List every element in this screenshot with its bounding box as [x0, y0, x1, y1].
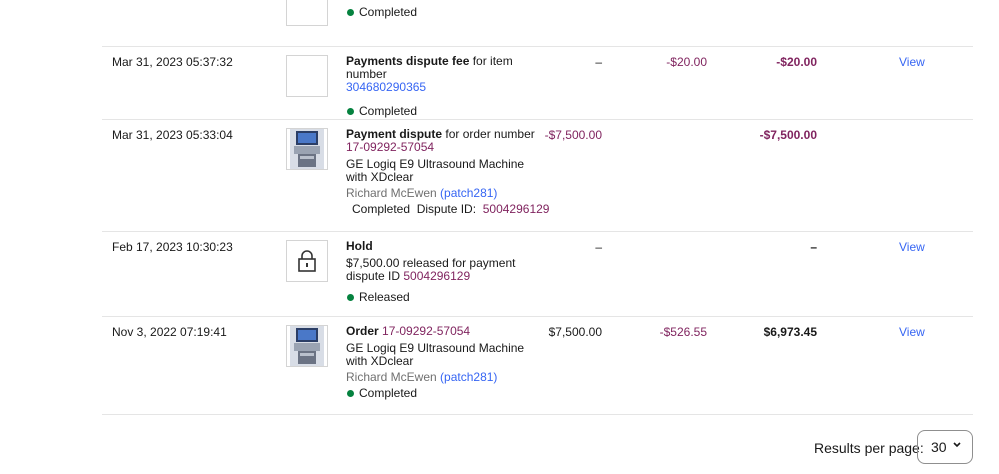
order-number-link[interactable]: 17-09292-57054: [346, 140, 434, 154]
row-date: Feb 17, 2023 10:30:23: [112, 240, 233, 254]
table-row: Feb 17, 2023 10:30:23 Hold $7,500.00 rel…: [102, 232, 973, 317]
item-thumbnail[interactable]: [286, 240, 328, 282]
amount-gross: -$7,500.00: [544, 128, 602, 142]
buyer-handle-link[interactable]: (patch281): [440, 186, 497, 200]
row-date: Mar 31, 2023 05:37:32: [112, 55, 233, 69]
row-description: Payments dispute fee for item number 304…: [346, 55, 536, 118]
row-title: Payment dispute: [346, 127, 443, 141]
table-row: 304680290365 Completed: [102, 0, 973, 47]
status: Completed: [346, 6, 536, 19]
status: Completed: [346, 387, 536, 400]
view-link[interactable]: View: [899, 240, 925, 254]
results-per-page-select[interactable]: 30: [917, 430, 973, 464]
amount-net: -$20.00: [776, 55, 817, 69]
hold-description: $7,500.00 released for payment dispute I…: [346, 256, 516, 283]
amount-gross: $7,500.00: [548, 325, 602, 339]
buyer-handle-link[interactable]: (patch281): [440, 370, 497, 384]
row-date: Mar 31, 2023 05:33:04: [112, 128, 233, 142]
status: Completed: [346, 105, 536, 118]
ultrasound-machine-icon: [290, 326, 324, 366]
item-number-link[interactable]: 304680290365: [346, 80, 426, 94]
amount-net: -$7,500.00: [759, 128, 817, 142]
status-dot-icon: [347, 390, 354, 397]
table-row: Nov 3, 2022 07:19:41 Order 17-09292-5705…: [102, 317, 973, 415]
product-name: GE Logiq E9 Ultrasound Machine with XDcl…: [346, 341, 525, 368]
amount-net: $6,973.45: [763, 325, 817, 339]
status-dot-icon: [347, 108, 354, 115]
row-title: Hold: [346, 239, 373, 253]
product-name: GE Logiq E9 Ultrasound Machine with XDcl…: [346, 157, 525, 184]
dispute-id-link[interactable]: 5004296129: [403, 269, 470, 283]
amount-fees: -$20.00: [666, 55, 707, 69]
row-description: Hold $7,500.00 released for payment disp…: [346, 240, 536, 304]
item-thumbnail[interactable]: [286, 0, 328, 26]
lock-icon: [298, 250, 316, 272]
amount-gross: –: [595, 240, 602, 254]
table-row: Mar 31, 2023 05:33:04 Payment dispute fo…: [102, 120, 973, 232]
row-title: Order: [346, 324, 379, 338]
order-number-link[interactable]: 17-09292-57054: [382, 324, 470, 338]
ultrasound-machine-icon: [290, 129, 324, 169]
row-description: Payment dispute for order number 17-0929…: [346, 127, 550, 216]
results-per-page-label: Results per page:: [814, 440, 924, 456]
results-per-page-value: 30: [931, 439, 947, 455]
dispute-id-link[interactable]: 5004296129: [483, 203, 550, 216]
item-thumbnail[interactable]: [286, 55, 328, 97]
row-description: 304680290365 Completed: [346, 0, 536, 19]
row-date: Nov 3, 2022 07:19:41: [112, 325, 227, 339]
item-thumbnail[interactable]: [286, 128, 328, 170]
item-thumbnail[interactable]: [286, 325, 328, 367]
amount-fees: -$526.55: [659, 325, 707, 339]
view-link[interactable]: View: [899, 325, 925, 339]
amount-net: –: [810, 240, 817, 254]
chevron-down-icon: [952, 439, 962, 452]
buyer: Richard McEwen (patch281): [346, 370, 498, 384]
status: Completed Dispute ID: 5004296129: [352, 202, 550, 216]
dispute-id-label: Dispute ID:: [416, 202, 477, 216]
status-dot-icon: [347, 9, 354, 16]
row-description: Order 17-09292-57054 GE Logiq E9 Ultraso…: [346, 325, 536, 400]
buyer: Richard McEwen (patch281): [346, 186, 498, 200]
status-dot-icon: [347, 294, 354, 301]
row-title: Payments dispute fee: [346, 54, 470, 68]
table-row: Mar 31, 2023 05:37:32 Payments dispute f…: [102, 47, 973, 120]
view-link[interactable]: View: [899, 55, 925, 69]
amount-gross: –: [595, 55, 602, 69]
status: Released: [346, 291, 536, 304]
